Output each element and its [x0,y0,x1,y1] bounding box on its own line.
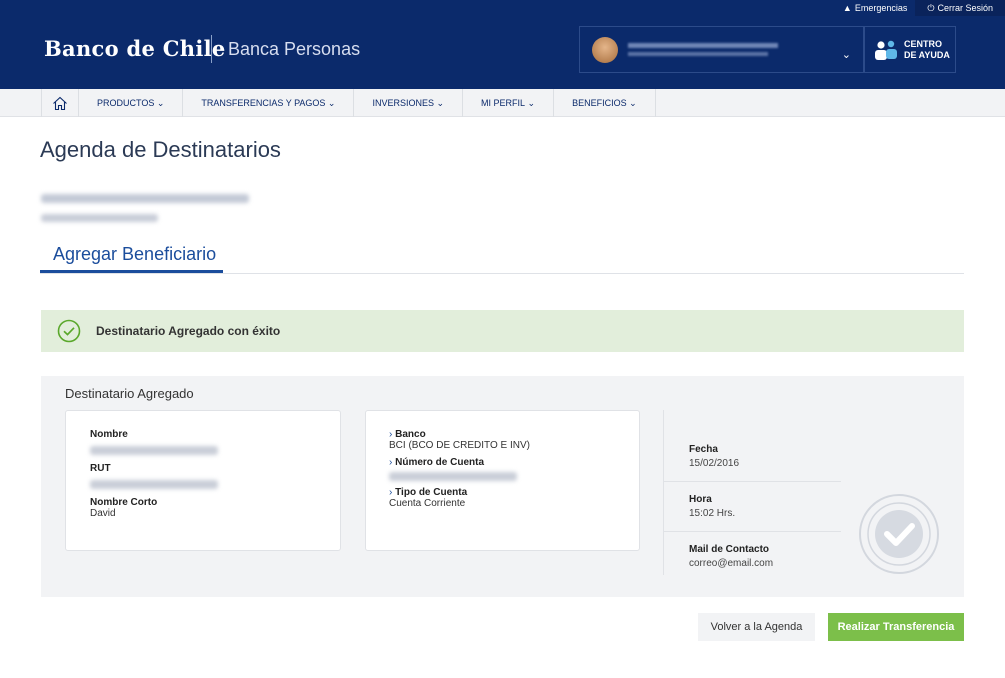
logout-label: Cerrar Sesión [937,3,993,13]
nav-beneficios[interactable]: BENEFICIOS ⌄ [554,89,656,117]
logo-divider [211,35,212,63]
user-info-blurred [628,43,842,56]
recipient-summary-panel: Destinatario Agregado Nombre RUT Nombre … [41,376,964,597]
tab-agregar-beneficiario[interactable]: Agregar Beneficiario [40,241,223,273]
rut-value-blurred [90,480,218,489]
account-card: › Banco BCI (BCO DE CREDITO E INV) › Núm… [365,410,640,551]
nav-productos[interactable]: PRODUCTOS ⌄ [79,89,184,117]
time-block: Hora 15:02 Hrs. [664,482,841,532]
help-center-button[interactable]: CENTRO DE AYUDA [864,26,956,73]
account-type-label: Tipo de Cuenta [395,487,468,498]
header: ▲ Emergencias ⏻ Cerrar Sesión Banco de C… [0,0,1005,89]
client-rut-blurred [41,214,158,222]
name-label: Nombre [90,429,128,440]
help-center-label: CENTRO DE AYUDA [904,38,950,60]
transaction-details: Fecha 15/02/2016 Hora 15:02 Hrs. Mail de… [663,410,841,575]
logout-link[interactable]: ⏻ Cerrar Sesión [915,0,1005,16]
banca-personas-label: Banca Personas [228,39,361,59]
page-title: Agenda de Destinatarios [40,137,281,162]
emergencias-label: Emergencias [854,3,908,13]
people-icon [875,40,897,60]
client-name-blurred [41,194,249,203]
bank-logo[interactable]: Banco de Chile [44,36,226,61]
success-alert: Destinatario Agregado con éxito [41,310,964,352]
bank-label: Banco [395,429,426,440]
mail-label: Mail de Contacto [689,544,770,555]
short-name-label: Nombre Corto [90,497,158,508]
bank-value: BCI (BCO DE CREDITO E INV) [389,440,530,451]
nav-mi-perfil[interactable]: MI PERFIL ⌄ [463,89,555,117]
nav-transferencias[interactable]: TRANSFERENCIAS Y PAGOS ⌄ [183,89,355,117]
home-button[interactable] [41,89,79,117]
nav-inversiones[interactable]: INVERSIONES ⌄ [354,89,464,117]
account-type-value: Cuenta Corriente [389,498,466,509]
chevron-right-icon: › [389,457,393,468]
verified-seal-icon [859,494,939,574]
power-icon: ⏻ [927,2,935,13]
chevron-right-icon: › [389,487,393,498]
tab-divider [40,273,964,274]
date-value: 15/02/2016 [689,458,740,469]
rut-label: RUT [90,463,111,474]
account-number-blurred [389,472,517,481]
time-label: Hora [689,494,712,505]
recipient-card: Nombre RUT Nombre Corto David [65,410,341,551]
mail-value: correo@email.com [689,558,774,569]
chevron-right-icon: › [389,429,393,440]
account-number-label: Número de Cuenta [395,457,485,468]
short-name-value: David [90,508,116,519]
mail-block: Mail de Contacto correo@email.com [664,532,841,582]
emergencias-link[interactable]: ▲ Emergencias [835,0,915,16]
check-circle-icon [57,319,81,343]
chevron-down-icon[interactable]: ⌄ [842,48,851,61]
warning-icon: ▲ [842,3,852,13]
user-menu[interactable]: ⌄ [579,26,864,73]
back-to-agenda-button[interactable]: Volver a la Agenda [698,613,815,641]
make-transfer-button[interactable]: Realizar Transferencia [828,613,964,641]
date-label: Fecha [689,444,718,455]
top-links: ▲ Emergencias ⏻ Cerrar Sesión [835,0,1005,16]
time-value: 15:02 Hrs. [689,508,736,519]
avatar [592,36,618,63]
date-block: Fecha 15/02/2016 [664,410,841,482]
main-nav: PRODUCTOS ⌄ TRANSFERENCIAS Y PAGOS ⌄ INV… [0,89,1005,117]
name-value-blurred [90,446,218,455]
home-icon [53,96,67,110]
panel-title: Destinatario Agregado [65,386,194,401]
success-message: Destinatario Agregado con éxito [96,324,281,338]
